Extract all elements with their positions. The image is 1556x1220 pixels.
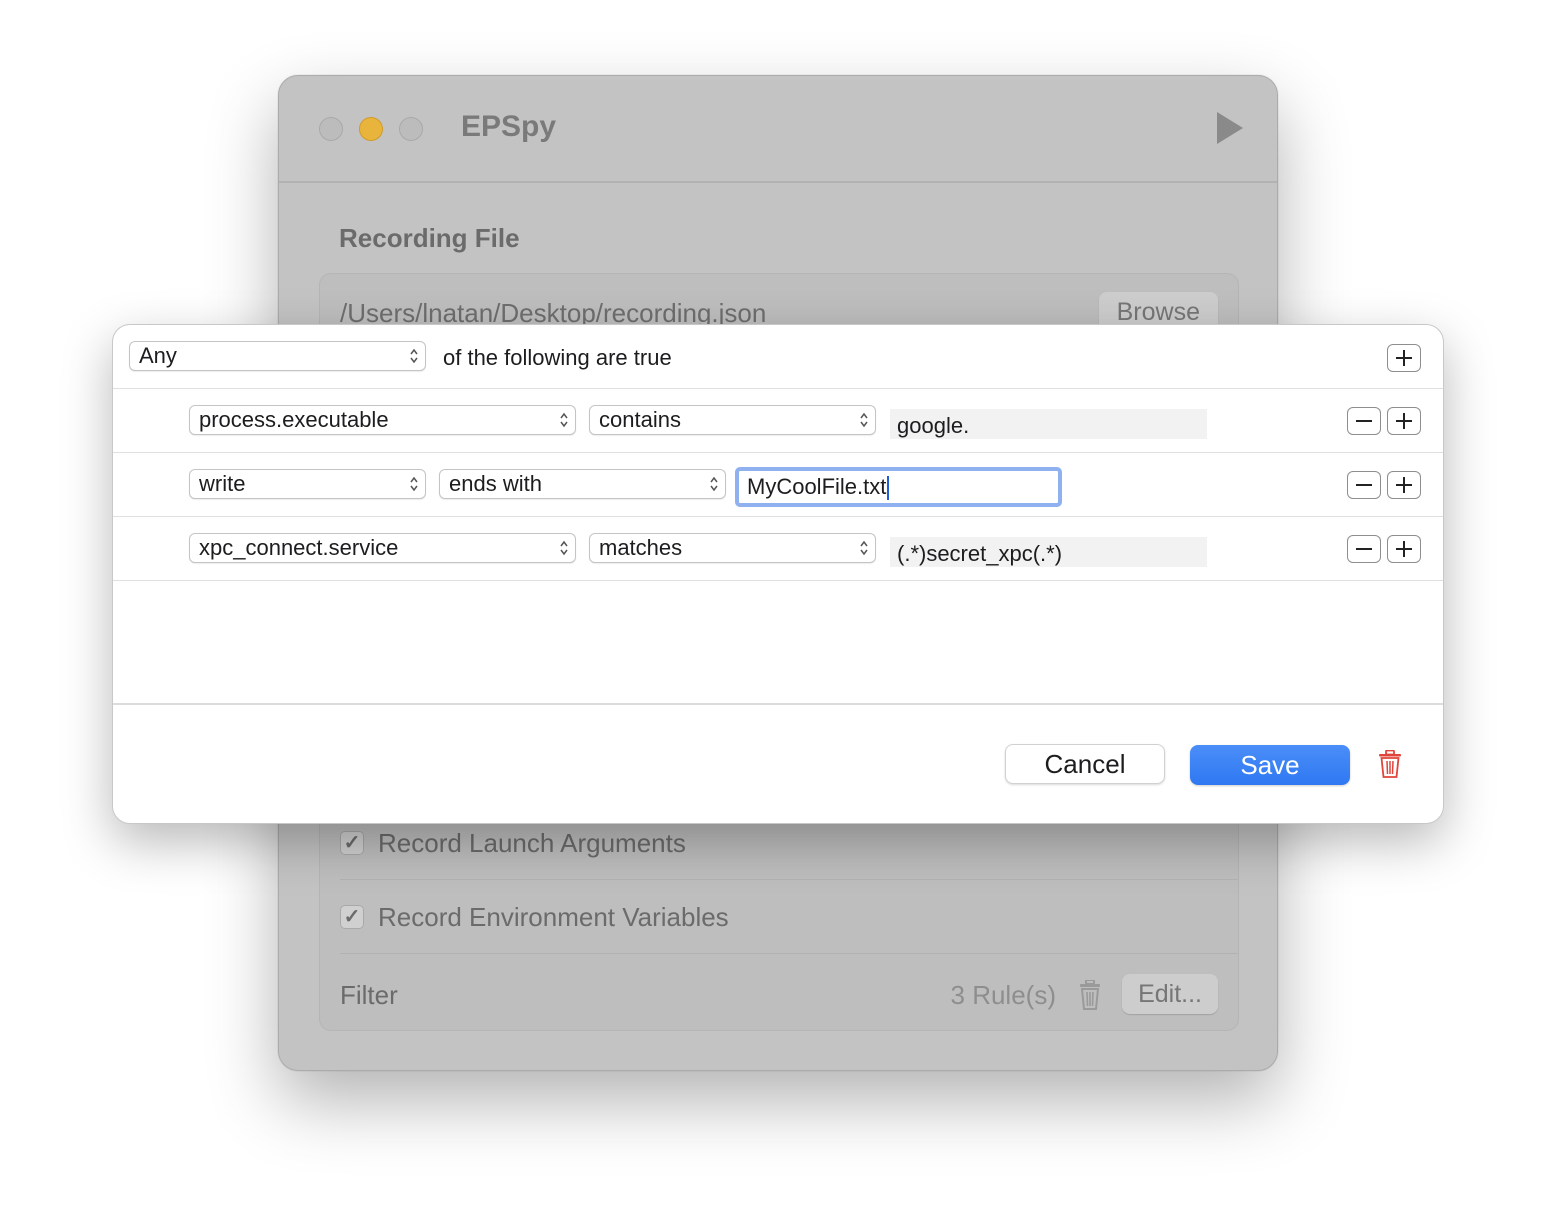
recording-file-heading: Recording File (339, 223, 520, 253)
rules-count: 3 Rule(s) (950, 980, 1056, 1010)
rule-operator-value: matches (599, 535, 683, 560)
rule-key-value: write (199, 471, 246, 496)
compound-row: Any of the following are true (113, 325, 1443, 389)
plus-icon (1396, 477, 1412, 493)
remove-rule-button[interactable] (1347, 471, 1381, 499)
rule-key-popup[interactable]: process.executable (189, 405, 576, 435)
close-window-button[interactable] (319, 117, 343, 141)
filter-label: Filter (340, 980, 398, 1010)
launch-args-checkbox[interactable]: ✓ (340, 831, 364, 855)
rule-row: write ends with MyCoolFile.txt (113, 453, 1443, 517)
filter-sheet: Any of the following are true process.ex… (112, 324, 1444, 824)
plus-icon (1396, 413, 1412, 429)
add-rule-button[interactable] (1387, 344, 1421, 372)
rule-operator-popup[interactable]: ends with (439, 469, 726, 499)
add-rule-button[interactable] (1387, 407, 1421, 435)
trash-icon[interactable] (1078, 980, 1102, 1010)
rule-key-value: process.executable (199, 407, 389, 432)
divider (340, 953, 1238, 954)
plus-icon (1396, 350, 1412, 366)
minimize-window-button[interactable] (359, 117, 383, 141)
launch-args-option[interactable]: ✓ Record Launch Arguments (340, 823, 686, 863)
save-button[interactable]: Save (1190, 745, 1350, 785)
remove-rule-button[interactable] (1347, 535, 1381, 563)
chevron-updown-icon (710, 476, 718, 492)
add-rule-button[interactable] (1387, 471, 1421, 499)
predicate-editor: Any of the following are true process.ex… (113, 325, 1443, 705)
plus-icon (1396, 541, 1412, 557)
chevron-updown-icon (860, 540, 868, 556)
rule-key-value: xpc_connect.service (199, 535, 399, 560)
env-vars-option[interactable]: ✓ Record Environment Variables (340, 897, 729, 937)
edit-filter-button[interactable]: Edit... (1122, 974, 1218, 1014)
title-bar: EPSpy (279, 76, 1277, 183)
env-vars-checkbox[interactable]: ✓ (340, 905, 364, 929)
rule-operator-value: contains (599, 407, 681, 432)
play-icon[interactable] (1217, 112, 1243, 144)
text-caret (887, 476, 890, 501)
options-box: ✓ Record Launch Arguments ✓ Record Envir… (319, 796, 1239, 1031)
delete-trash-icon[interactable] (1378, 750, 1402, 778)
rule-operator-popup[interactable]: matches (589, 533, 876, 563)
add-rule-button[interactable] (1387, 535, 1421, 563)
remove-rule-button[interactable] (1347, 407, 1381, 435)
minus-icon (1356, 548, 1372, 550)
launch-args-label: Record Launch Arguments (378, 827, 686, 858)
rule-row: xpc_connect.service matches (.*)secret_x… (113, 517, 1443, 581)
rule-key-popup[interactable]: xpc_connect.service (189, 533, 576, 563)
match-mode-popup[interactable]: Any (129, 341, 426, 371)
chevron-updown-icon (860, 412, 868, 428)
rule-value-field[interactable]: google. (890, 409, 1207, 439)
rule-value-text: MyCoolFile.txt (747, 474, 887, 499)
chevron-updown-icon (560, 540, 568, 556)
rule-operator-popup[interactable]: contains (589, 405, 876, 435)
rule-operator-value: ends with (449, 471, 542, 496)
env-vars-label: Record Environment Variables (378, 901, 729, 932)
cancel-button[interactable]: Cancel (1005, 744, 1165, 784)
rule-key-popup[interactable]: write (189, 469, 426, 499)
window-title: EPSpy (461, 110, 557, 143)
rule-value-field[interactable]: (.*)secret_xpc(.*) (890, 537, 1207, 567)
divider (340, 879, 1238, 880)
minus-icon (1356, 484, 1372, 486)
match-mode-value: Any (139, 343, 177, 368)
chevron-updown-icon (410, 348, 418, 364)
rule-row: process.executable contains google. (113, 389, 1443, 453)
minus-icon (1356, 420, 1372, 422)
chevron-updown-icon (410, 476, 418, 492)
chevron-updown-icon (560, 412, 568, 428)
rule-value-field-focused[interactable]: MyCoolFile.txt (735, 467, 1062, 507)
compound-header-text: of the following are true (443, 345, 672, 370)
zoom-window-button[interactable] (399, 117, 423, 141)
